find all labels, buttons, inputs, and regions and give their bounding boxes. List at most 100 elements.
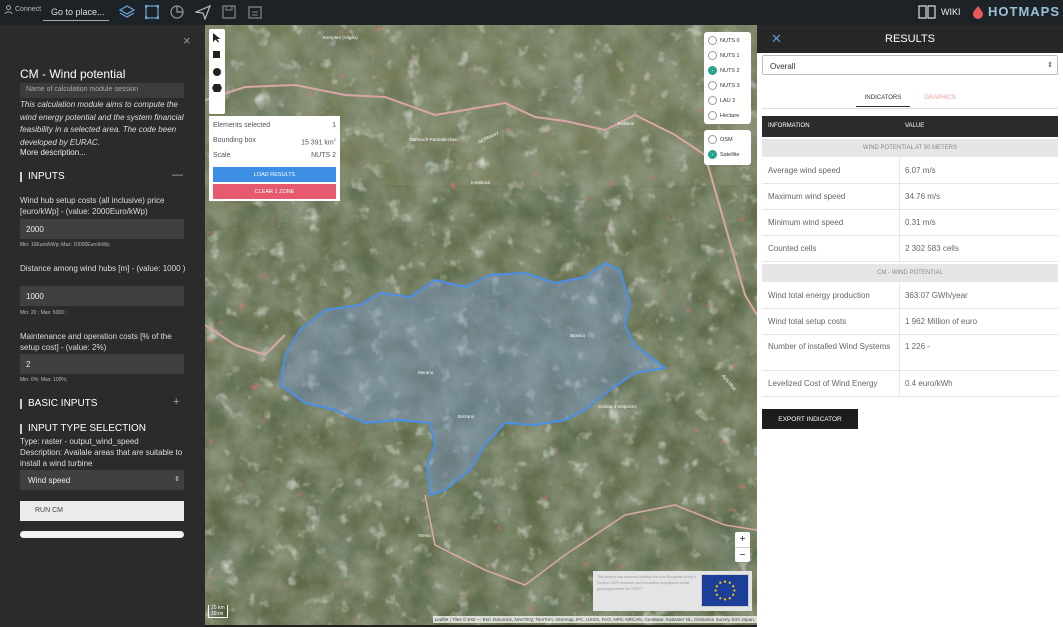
input-label-maintenance: Maintenance and operation costs [% of th…: [20, 332, 172, 352]
folder-icon[interactable]: [247, 4, 263, 20]
nuts-option-lau2[interactable]: LAU 2: [708, 96, 735, 105]
zoom-in-button[interactable]: +: [735, 532, 750, 547]
login-button[interactable]: Connect: [4, 5, 41, 14]
input-label-distance: Distance among wind hubs [m] - (value: 1…: [20, 264, 186, 273]
elements-selected-label: Elements selected: [213, 122, 271, 129]
place-label: Innsbruck: [471, 180, 491, 185]
place-label: Brunico: [570, 333, 586, 338]
tab-graphics[interactable]: GRAPHICS: [910, 95, 970, 107]
radio-selected-icon: [708, 66, 717, 75]
radio-icon: [708, 111, 717, 120]
distance-hint: Min: 20 ; Max: 5000 ;: [20, 310, 67, 316]
inputs-section-header[interactable]: INPUTS: [20, 171, 65, 182]
run-cm-button[interactable]: RUN CM: [20, 501, 184, 521]
wiki-label: WIKI: [941, 6, 961, 17]
send-icon[interactable]: [195, 4, 211, 20]
results-scope-value: Overall: [770, 62, 796, 71]
chart-icon[interactable]: [169, 4, 185, 20]
radio-icon: [708, 96, 717, 105]
eu-flag-icon: [701, 574, 749, 607]
input-type-title: INPUT TYPE SELECTION: [28, 423, 146, 434]
circle-tool-icon[interactable]: [212, 67, 222, 77]
place-label: Merano: [418, 370, 434, 375]
col-value: VALUE: [905, 123, 925, 129]
zoom-out-button[interactable]: −: [735, 547, 750, 563]
nuts-option-0[interactable]: NUTS 0: [708, 36, 740, 45]
results-title: RESULTS: [885, 33, 935, 45]
table-row: Wind total setup costs 1 962 Million of e…: [762, 309, 1058, 335]
place-label: Kufstein: [618, 121, 635, 126]
nuts-option-3[interactable]: NUTS 3: [708, 81, 740, 90]
load-results-button[interactable]: LOAD RESULTS: [213, 167, 336, 182]
input-type-select[interactable]: Wind speed ⇕: [20, 470, 184, 490]
close-icon[interactable]: ✕: [771, 31, 782, 47]
bounding-box-label: Bounding box: [213, 137, 256, 144]
table-row: Minimum wind speed 0.31 m/s: [762, 210, 1058, 236]
polygon-tool-icon[interactable]: [212, 83, 222, 93]
map-scale: 20 km 10 mi: [208, 605, 228, 618]
nuts-option-1[interactable]: NUTS 1: [708, 51, 740, 60]
setup-costs-field[interactable]: 2000: [20, 219, 184, 239]
select-arrows-icon: ⇕: [1047, 62, 1053, 69]
selection-frame-icon[interactable]: [144, 4, 160, 20]
wiki-button[interactable]: WIKI: [918, 4, 961, 19]
save-icon[interactable]: [221, 4, 237, 20]
results-scope-select[interactable]: Overall ⇕: [762, 55, 1058, 75]
tab-indicators[interactable]: INDICATORS: [856, 95, 910, 107]
more-description-link[interactable]: More description...: [20, 148, 86, 157]
results-header: ✕ RESULTS: [757, 25, 1063, 53]
map-view[interactable]: Kempten (Allgäu) Garmisch-Partenkirchen …: [205, 25, 757, 625]
radio-icon: [708, 135, 717, 144]
input-type-description: Description: Availale areas that are sui…: [20, 448, 183, 468]
draw-toolbar: [209, 29, 225, 114]
goto-place-input[interactable]: Go to place...: [43, 4, 109, 21]
place-label: Kempten (Allgäu): [323, 35, 358, 40]
map-attribution: Leaflet | Tiles © Esri — Esri, DeLorme, …: [432, 616, 757, 623]
nuts-option-hectare[interactable]: Hectare: [708, 111, 739, 120]
nuts-level-selector: NUTS 0 NUTS 1 NUTS 2 NUTS 3 LAU 2 Hectar…: [704, 32, 751, 124]
bounding-box-value: 15 391 km2: [301, 137, 336, 147]
close-icon[interactable]: ×: [183, 33, 191, 48]
maintenance-hint: Min: 0%; Max: 100%;: [20, 377, 68, 383]
inputs-title: INPUTS: [28, 171, 65, 182]
hotmaps-logo: HOTMAPS: [972, 4, 1060, 19]
results-tabs: INDICATORS GRAPHICS: [856, 95, 970, 107]
radio-selected-icon: [708, 150, 717, 159]
table-row: Wind total energy production 363.07 GWh/y…: [762, 283, 1058, 309]
login-label: Connect: [15, 6, 42, 13]
expand-icon[interactable]: +: [173, 396, 179, 408]
radio-icon: [708, 36, 717, 45]
place-label: Bolzano: [458, 414, 475, 419]
session-name-input[interactable]: Name of calculation module session: [20, 83, 184, 98]
place-label: Cortina d'Ampezzo: [598, 404, 636, 409]
eu-funding-text: This project has received funding from t…: [597, 575, 696, 591]
layers-icon[interactable]: [119, 4, 135, 20]
export-indicator-button[interactable]: EXPORT INDICATOR: [762, 409, 858, 429]
table-row: Number of installed Wind Systems 1 226 -: [762, 335, 1058, 371]
nuts-option-2[interactable]: NUTS 2: [708, 66, 740, 75]
results-panel: ✕ RESULTS Overall ⇕ INDICATORS GRAPHICS …: [757, 25, 1063, 627]
input-type-text: Type: raster - output_wind_speed: [20, 437, 139, 446]
scale-label: Scale: [213, 152, 231, 159]
rectangle-tool-icon[interactable]: [213, 51, 221, 59]
user-icon: [4, 5, 13, 14]
collapse-icon[interactable]: —: [172, 169, 183, 181]
selection-info-box: Elements selected 1 Bounding box 15 391 km…: [209, 116, 340, 201]
satellite-map[interactable]: [205, 25, 757, 625]
group-header: CM - WIND POTENTIAL: [762, 264, 1058, 282]
radio-icon: [708, 81, 717, 90]
basic-inputs-section-header[interactable]: BASIC INPUTS: [20, 398, 97, 409]
cm-title: CM - Wind potential: [20, 67, 126, 81]
results-table-header: INFORMATION VALUE: [762, 116, 1058, 137]
distance-field[interactable]: 1000: [20, 286, 184, 306]
input-type-section-header: INPUT TYPE SELECTION: [20, 423, 146, 434]
cm-description: This calculation module aims to compute …: [20, 100, 184, 147]
maintenance-field[interactable]: 2: [20, 354, 184, 374]
calculation-module-panel: × CM - Wind potential Name of calculatio…: [0, 25, 205, 627]
progress-bar: [20, 531, 184, 538]
pointer-icon[interactable]: [212, 32, 222, 43]
basemap-option-satellite[interactable]: Satellite: [708, 150, 740, 159]
basemap-option-osm[interactable]: OSM: [708, 135, 733, 144]
place-label: Garmisch-Partenkirchen: [409, 137, 458, 142]
clear-zone-button[interactable]: CLEAR 1 ZONE: [213, 184, 336, 199]
